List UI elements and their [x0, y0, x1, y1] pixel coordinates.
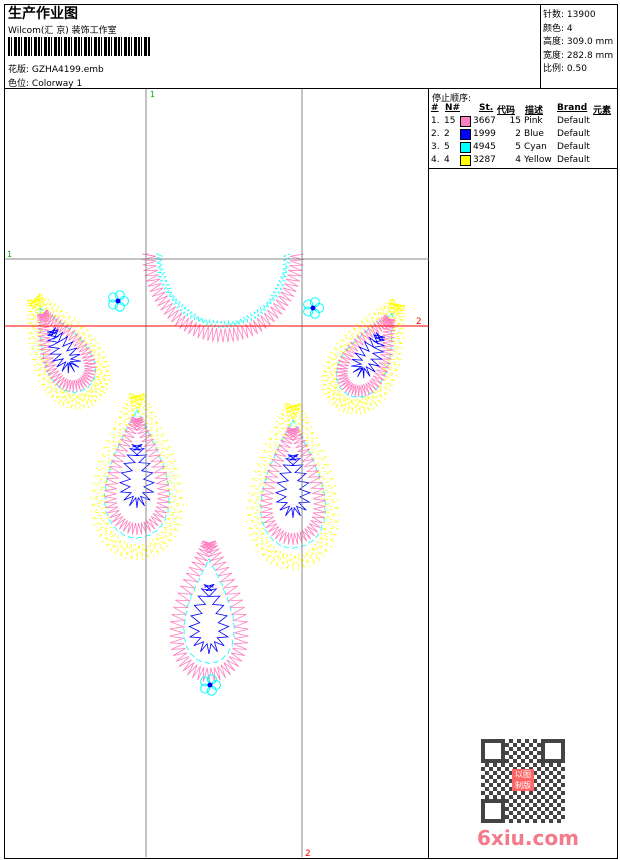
row-num: 1.	[431, 116, 440, 126]
info-0: 针数: 13900	[543, 7, 596, 20]
design-file-value: GZHA4199.emb	[31, 65, 104, 75]
production-worksheet: 生产作业图 Wilcom(汇 京) 装饰工作室 花版: GZHA4199.emb…	[0, 0, 620, 860]
row-desc: Cyan	[524, 142, 547, 152]
row-num: 2.	[431, 129, 440, 139]
info-label: 宽度:	[543, 50, 565, 61]
yellow-satin-outline	[246, 402, 340, 571]
guide-label-v1: 1	[150, 90, 155, 99]
color-swatch	[460, 155, 471, 166]
flower-center	[207, 682, 213, 688]
color-stop-row: 1. 15 3667 15 Pink Default	[431, 116, 617, 129]
row-desc: Blue	[524, 129, 544, 139]
col-desc: 描述	[525, 106, 544, 116]
color-swatch	[460, 142, 471, 153]
info-value: 309.0 mm	[566, 37, 614, 47]
cyan-running-stitch	[182, 558, 236, 664]
neckline-cyan-chain	[154, 253, 292, 329]
col-num: #	[431, 103, 439, 113]
qr-code: 以图制版	[481, 739, 565, 823]
col-elem: 元素	[593, 106, 612, 116]
info-2: 高度: 309.0 mm	[543, 34, 613, 47]
company-name: Wilcom(汇 京) 装饰工作室	[8, 26, 117, 36]
yellow-satin-outline	[90, 392, 184, 561]
row-n: 15	[444, 116, 456, 126]
neckline-pink-zigzag	[141, 253, 305, 343]
page-title: 生产作业图	[8, 6, 78, 22]
info-label: 高度:	[543, 37, 565, 47]
embroidery-design	[26, 253, 406, 696]
row-st: 1999	[473, 129, 496, 139]
row-n: 4	[444, 155, 450, 165]
info-label: 针数:	[543, 10, 565, 20]
info-4: 比例: 0.50	[543, 61, 587, 74]
row-brand: Default	[557, 116, 590, 126]
info-value: 13900	[566, 10, 596, 20]
colorway-value: Colorway 1	[31, 79, 83, 89]
row-code: 4	[515, 155, 521, 165]
colorway: 色位: Colorway 1	[8, 76, 82, 89]
row-desc: Pink	[524, 116, 543, 126]
row-n: 5	[444, 142, 450, 152]
row-brand: Default	[557, 155, 590, 165]
color-stop-row: 4. 4 3287 4 Yellow Default	[431, 155, 617, 168]
yellow-satin-outline	[26, 293, 111, 410]
row-num: 3.	[431, 142, 440, 152]
row-num: 4.	[431, 155, 440, 165]
row-code: 2	[515, 129, 521, 139]
design-canvas: 1 1 2 2	[5, 89, 429, 857]
row-brand: Default	[557, 142, 590, 152]
row-code: 15	[509, 116, 521, 126]
blue-fill-motif	[351, 332, 386, 379]
row-st: 4945	[473, 142, 496, 152]
color-swatch	[460, 129, 471, 140]
info-value: 4	[566, 23, 573, 34]
info-1: 颜色: 4	[543, 21, 573, 34]
blue-fill-motif	[188, 583, 230, 655]
row-code: 5	[515, 142, 521, 152]
color-stop-row: 2. 2 1999 2 Blue Default	[431, 129, 617, 142]
colorway-label: 色位:	[8, 79, 30, 89]
design-file: 花版: GZHA4199.emb	[8, 62, 104, 75]
info-value: 282.8 mm	[566, 50, 614, 61]
barcode	[8, 37, 150, 56]
info-label: 比例:	[543, 64, 565, 74]
seal-stamp: 以图制版	[512, 769, 534, 791]
guide-label-h1: 1	[7, 250, 12, 259]
info-label: 颜色:	[543, 23, 565, 34]
color-stop-row: 3. 5 4945 5 Cyan Default	[431, 142, 617, 155]
guide-label-v2: 2	[305, 849, 311, 857]
row-desc: Yellow	[524, 155, 552, 165]
design-label: 花版:	[8, 65, 30, 75]
blue-fill-motif	[274, 454, 312, 519]
col-n: N#	[445, 103, 461, 113]
flower-center	[310, 305, 316, 311]
row-st: 3287	[473, 155, 496, 165]
col-st: St.	[479, 103, 494, 113]
row-n: 2	[444, 129, 450, 139]
color-swatch	[460, 116, 471, 127]
info-3: 宽度: 282.8 mm	[543, 48, 613, 61]
flower-center	[115, 298, 121, 304]
row-st: 3667	[473, 116, 496, 126]
watermark-site: 6xiu.com	[477, 826, 579, 850]
guide-label-h2: 2	[416, 317, 422, 327]
col-brand: Brand	[557, 103, 588, 113]
blue-fill-motif	[118, 444, 156, 509]
info-value: 0.50	[566, 64, 587, 74]
col-code: 代码	[497, 106, 516, 116]
row-brand: Default	[557, 129, 590, 139]
pink-zigzag-border	[169, 540, 249, 683]
